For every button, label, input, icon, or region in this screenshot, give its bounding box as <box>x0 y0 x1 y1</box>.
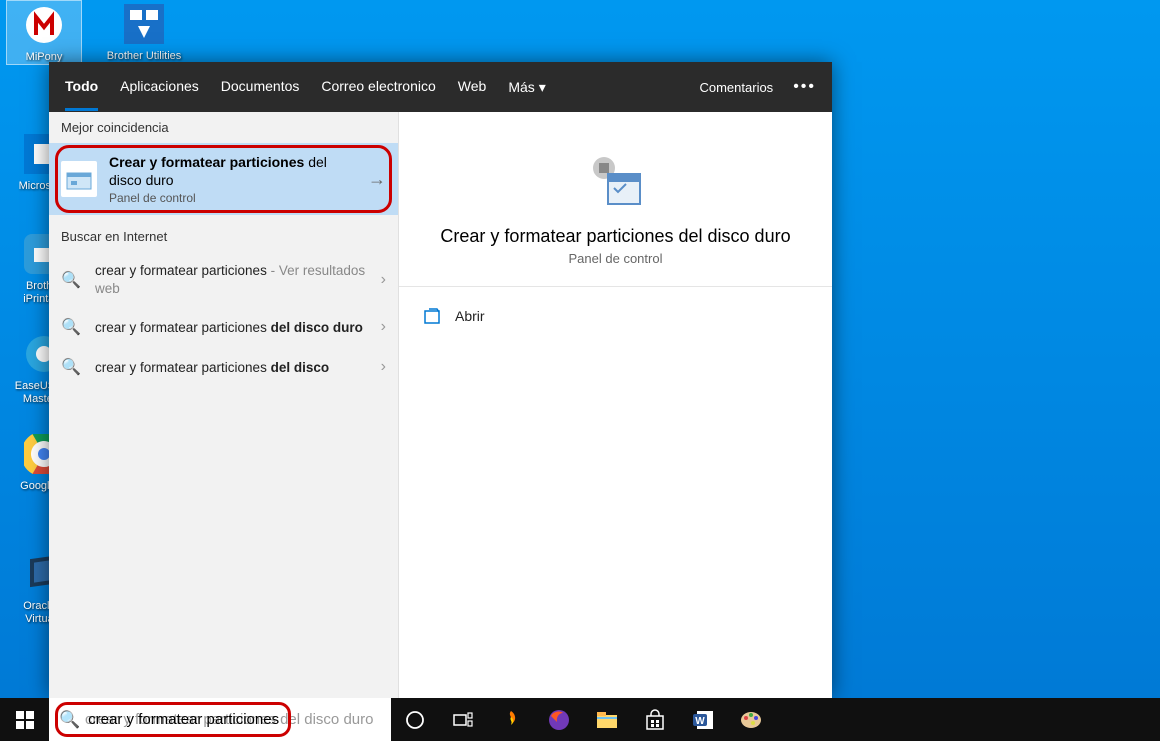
tab-more[interactable]: Más ▾ <box>508 64 545 111</box>
search-body: Mejor coincidencia Crear y formatear par… <box>49 112 832 698</box>
taskbar-search[interactable]: 🔍 crear y formatear particiones del disc… <box>49 698 391 741</box>
tab-documents[interactable]: Documentos <box>221 64 300 111</box>
result-text: crear y formatear particiones - Ver resu… <box>95 262 367 297</box>
web-result-1[interactable]: 🔍 crear y formatear particiones del disc… <box>49 307 398 347</box>
start-button[interactable] <box>0 698 49 741</box>
taskbar-app-explorer[interactable] <box>583 698 631 741</box>
detail-column: Crear y formatear particiones del disco … <box>399 112 832 698</box>
taskbar-icons: W <box>391 698 775 741</box>
best-match-heading: Mejor coincidencia <box>49 112 398 143</box>
chevron-down-icon: ▾ <box>539 79 546 96</box>
chevron-right-icon: › <box>381 271 386 289</box>
tab-apps[interactable]: Aplicaciones <box>120 64 199 111</box>
taskbar: 🔍 crear y formatear particiones del disc… <box>0 698 1160 741</box>
taskbar-app-firefox[interactable] <box>535 698 583 741</box>
task-view-button[interactable] <box>439 698 487 741</box>
search-panel-header: Todo Aplicaciones Documentos Correo elec… <box>49 62 832 112</box>
taskbar-app-paint[interactable] <box>727 698 775 741</box>
web-result-2[interactable]: 🔍 crear y formatear particiones del disc… <box>49 347 398 387</box>
taskbar-app-flame[interactable] <box>487 698 535 741</box>
arrow-right-icon[interactable]: → <box>368 169 386 190</box>
separator <box>399 286 832 287</box>
search-panel: Todo Aplicaciones Documentos Correo elec… <box>49 62 832 698</box>
best-match-result[interactable]: Crear y formatear particiones del disco … <box>49 143 398 215</box>
detail-title: Crear y formatear particiones del disco … <box>419 226 812 247</box>
app-icon <box>120 0 168 48</box>
best-match-text: Crear y formatear particiones del disco … <box>109 153 356 205</box>
taskbar-app-word[interactable]: W <box>679 698 727 741</box>
feedback-link[interactable]: Comentarios <box>699 80 773 95</box>
more-label: Más <box>508 79 534 95</box>
result-text: crear y formatear particiones del disco … <box>95 319 367 337</box>
open-label: Abrir <box>455 308 485 324</box>
search-input[interactable] <box>88 711 381 728</box>
taskbar-app-store[interactable] <box>631 698 679 741</box>
search-icon: 🔍 <box>61 317 81 337</box>
search-tabs: Todo Aplicaciones Documentos Correo elec… <box>65 64 699 111</box>
result-text: crear y formatear particiones del disco <box>95 359 367 377</box>
desktop-icon-mipony[interactable]: MiPony <box>6 0 82 65</box>
tab-web[interactable]: Web <box>458 64 487 111</box>
results-column: Mejor coincidencia Crear y formatear par… <box>49 112 399 698</box>
desktop-icon-brother-utilities[interactable]: Brother Utilities <box>106 0 182 63</box>
menu-dots-icon[interactable]: ••• <box>793 78 816 96</box>
cortana-button[interactable] <box>391 698 439 741</box>
title-bold: Crear y formatear particiones <box>109 154 304 170</box>
chevron-right-icon: › <box>381 318 386 336</box>
detail-icon <box>584 150 648 214</box>
control-panel-icon <box>61 161 97 197</box>
svg-text:W: W <box>695 716 705 727</box>
detail-subtitle: Panel de control <box>419 251 812 266</box>
tab-email[interactable]: Correo electronico <box>321 64 435 111</box>
app-icon <box>20 1 68 49</box>
search-icon: 🔍 <box>59 710 80 730</box>
internet-heading: Buscar en Internet <box>49 221 398 252</box>
search-icon: 🔍 <box>61 270 81 290</box>
search-icon: 🔍 <box>61 357 81 377</box>
chevron-right-icon: › <box>381 358 386 376</box>
tab-all[interactable]: Todo <box>65 64 98 111</box>
open-action[interactable]: Abrir <box>419 299 812 333</box>
best-match-subtitle: Panel de control <box>109 191 356 205</box>
open-icon <box>423 307 441 325</box>
web-result-0[interactable]: 🔍 crear y formatear particiones - Ver re… <box>49 252 398 307</box>
